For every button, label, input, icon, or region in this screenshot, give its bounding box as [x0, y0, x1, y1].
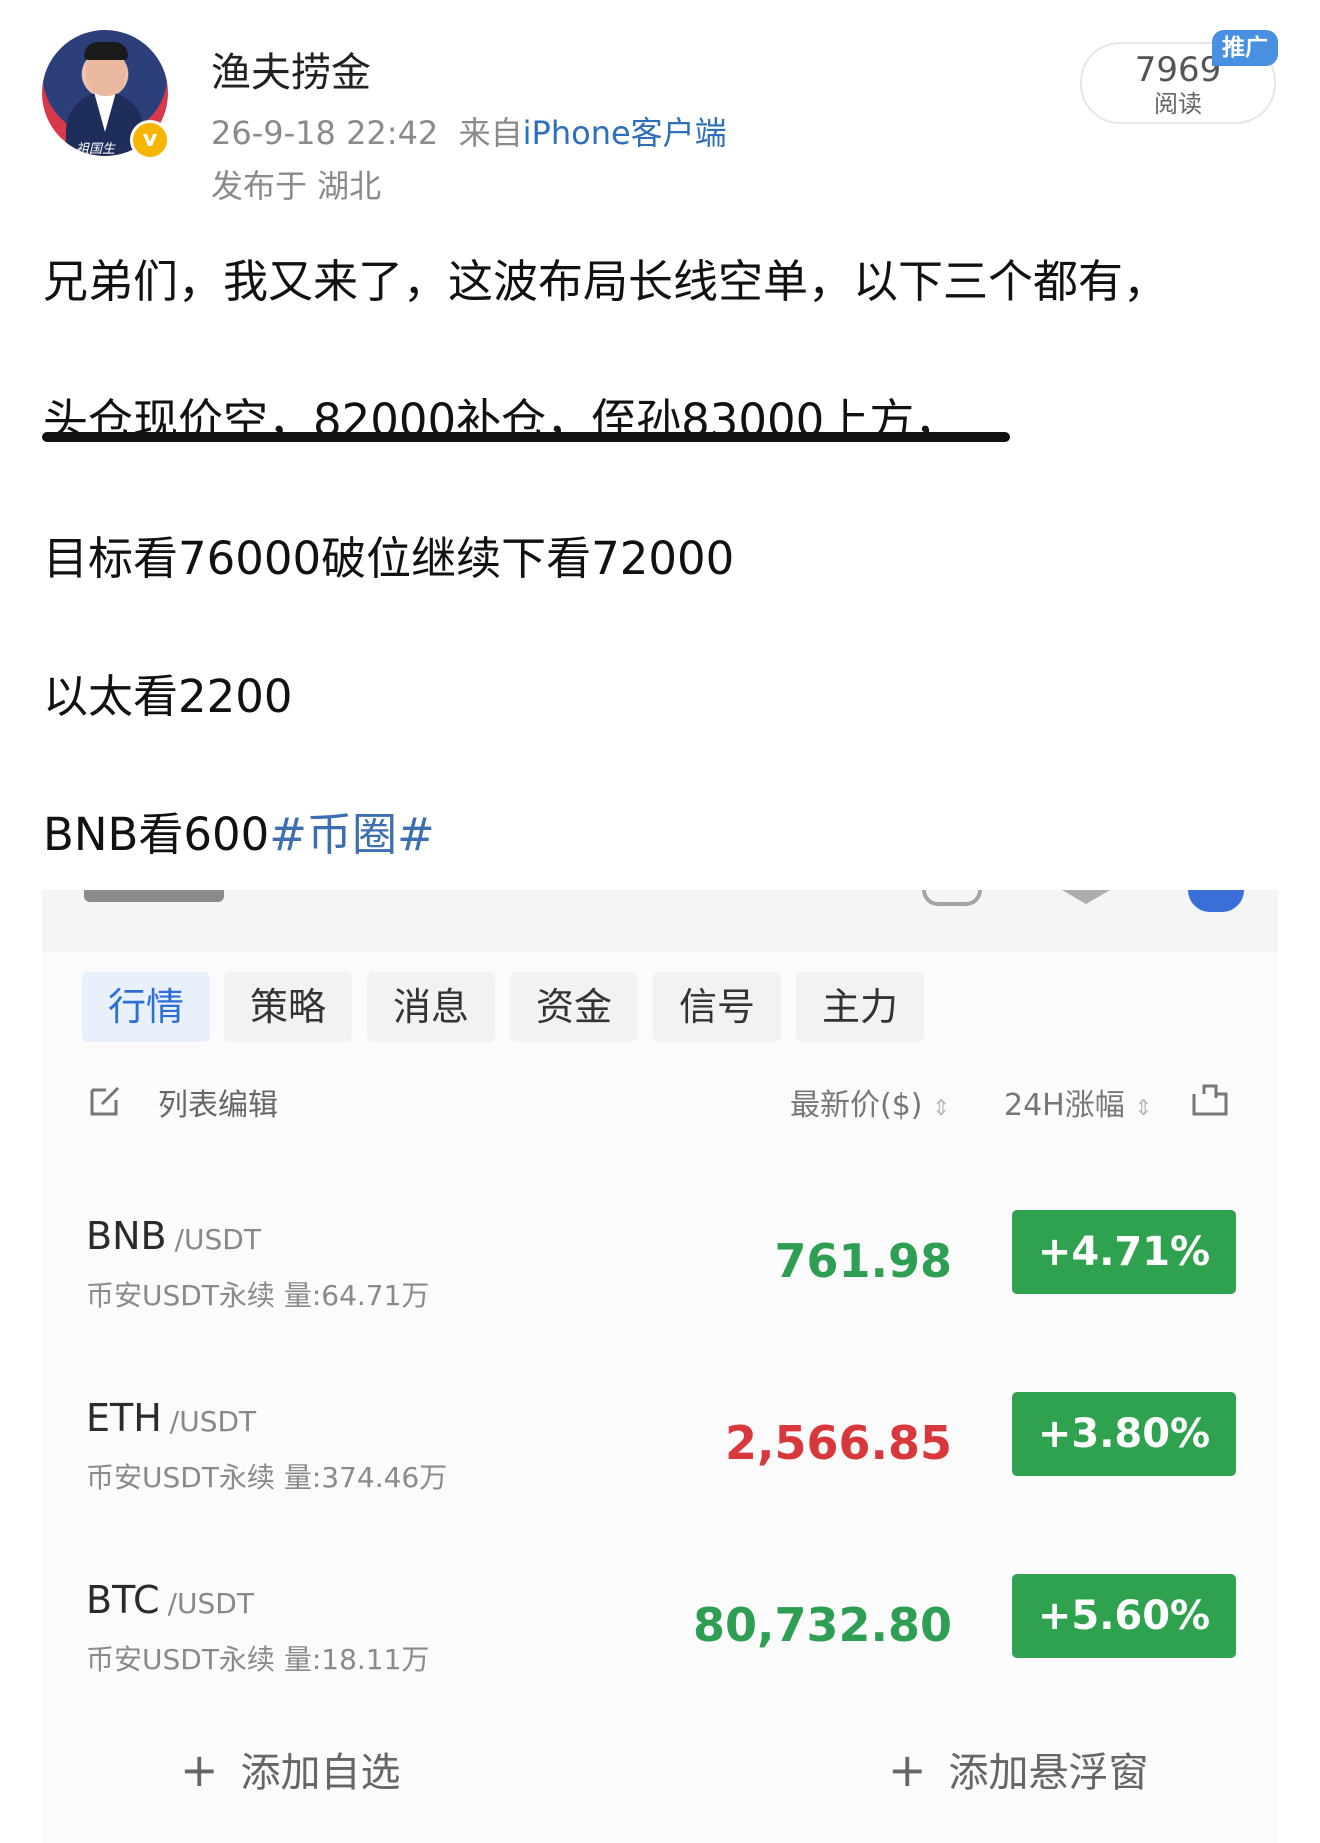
- hand-drawn-underline: [42, 432, 1010, 442]
- add-watchlist-button[interactable]: + 添加自选: [180, 1740, 401, 1798]
- hashtag-link[interactable]: #币圈#: [269, 808, 434, 861]
- ticker-price: 761.98: [774, 1234, 952, 1288]
- add-watchlist-label: 添加自选: [240, 1750, 401, 1796]
- profile-icon[interactable]: [1188, 890, 1244, 912]
- post-timestamp: 26-9-18 22:42: [211, 114, 439, 152]
- list-footer: + 添加自选 + 添加悬浮窗: [42, 1740, 1278, 1820]
- list-edit-label[interactable]: 列表编辑: [158, 1080, 278, 1124]
- ticker-row-bnb[interactable]: BNB/USDT 币安USDT永续 量:64.71万 761.98 +4.71%: [42, 1210, 1278, 1360]
- source-prefix: 来自: [458, 114, 523, 152]
- col-latest-price[interactable]: 最新价($) ⇕: [790, 1080, 950, 1124]
- symbol-text: ETH: [86, 1396, 162, 1440]
- read-label: 阅读: [1154, 90, 1202, 118]
- sort-icon: ⇕: [1134, 1096, 1153, 1121]
- add-float-window-button[interactable]: + 添加悬浮窗: [888, 1740, 1149, 1798]
- promo-badge[interactable]: 推广: [1212, 30, 1278, 66]
- avatar-hair: [84, 42, 128, 60]
- ticker-row-btc[interactable]: BTC/USDT 币安USDT永续 量:18.11万 80,732.80 +5.…: [42, 1574, 1278, 1724]
- ticker-symbol: ETH/USDT: [86, 1396, 256, 1440]
- chevron-down-icon[interactable]: [1062, 890, 1110, 904]
- share-icon[interactable]: [1190, 1082, 1230, 1118]
- list-header: 列表编辑 最新价($) ⇕ 24H涨幅 ⇕: [42, 1068, 1278, 1138]
- search-icon[interactable]: [922, 890, 982, 906]
- post-source-link[interactable]: iPhone客户端: [523, 114, 727, 152]
- app-title-fragment: [84, 890, 224, 902]
- plus-icon: +: [888, 1743, 927, 1797]
- tab-strategy[interactable]: 策略: [224, 972, 352, 1042]
- post-line-1: 兄弟们，我又来了，这波布局长线空单，以下三个都有，: [43, 255, 1169, 308]
- quote-currency: /USDT: [167, 1587, 254, 1620]
- tab-funds[interactable]: 资金: [510, 972, 638, 1042]
- change-badge[interactable]: +3.80%: [1012, 1392, 1236, 1476]
- verified-badge-icon: v: [130, 120, 170, 160]
- quote-currency: /USDT: [169, 1405, 257, 1438]
- col-24h-change-label: 24H涨幅: [1004, 1088, 1125, 1123]
- edit-icon[interactable]: [88, 1082, 124, 1118]
- post-line-3: 目标看76000破位继续下看72000: [43, 532, 735, 585]
- embedded-app-screenshot: 行情 策略 消息 资金 信号 主力 列表编辑 最新价($) ⇕ 24H涨幅 ⇕ …: [42, 890, 1278, 1843]
- plus-icon: +: [180, 1743, 219, 1797]
- post-meta: 26-9-18 22:42 来自iPhone客户端: [211, 108, 727, 154]
- ticker-subtitle: 币安USDT永续 量:18.11万: [86, 1643, 430, 1676]
- col-latest-price-label: 最新价($): [790, 1088, 923, 1123]
- col-24h-change[interactable]: 24H涨幅 ⇕: [1004, 1080, 1153, 1124]
- quote-currency: /USDT: [174, 1223, 261, 1256]
- symbol-text: BTC: [86, 1578, 160, 1622]
- post-line-4: 以太看2200: [43, 670, 293, 723]
- ticker-subtitle: 币安USDT永续 量:64.71万: [86, 1279, 430, 1312]
- post-line-5: BNB看600#币圈#: [43, 798, 435, 863]
- change-badge[interactable]: +5.60%: [1012, 1574, 1236, 1658]
- post-line-5-text: BNB看600: [43, 808, 270, 861]
- ticker-price: 2,566.85: [725, 1416, 952, 1470]
- tab-main-force[interactable]: 主力: [796, 972, 924, 1042]
- sort-icon: ⇕: [932, 1096, 951, 1121]
- ticker-subtitle: 币安USDT永续 量:374.46万: [86, 1461, 448, 1494]
- username[interactable]: 渔夫捞金: [211, 40, 371, 98]
- change-badge[interactable]: +4.71%: [1012, 1210, 1236, 1294]
- app-top-bar: [42, 890, 1278, 952]
- tab-market[interactable]: 行情: [82, 972, 210, 1042]
- tab-signals[interactable]: 信号: [653, 972, 781, 1042]
- post-location: 发布于 湖北: [211, 167, 382, 205]
- ticker-price: 80,732.80: [693, 1598, 952, 1652]
- ticker-symbol: BTC/USDT: [86, 1578, 254, 1622]
- tab-news[interactable]: 消息: [367, 972, 495, 1042]
- ticker-symbol: BNB/USDT: [86, 1214, 261, 1258]
- symbol-text: BNB: [86, 1214, 167, 1258]
- avatar-caption: 祖国生: [76, 142, 116, 156]
- add-float-label: 添加悬浮窗: [948, 1750, 1149, 1796]
- ticker-row-eth[interactable]: ETH/USDT 币安USDT永续 量:374.46万 2,566.85 +3.…: [42, 1392, 1278, 1542]
